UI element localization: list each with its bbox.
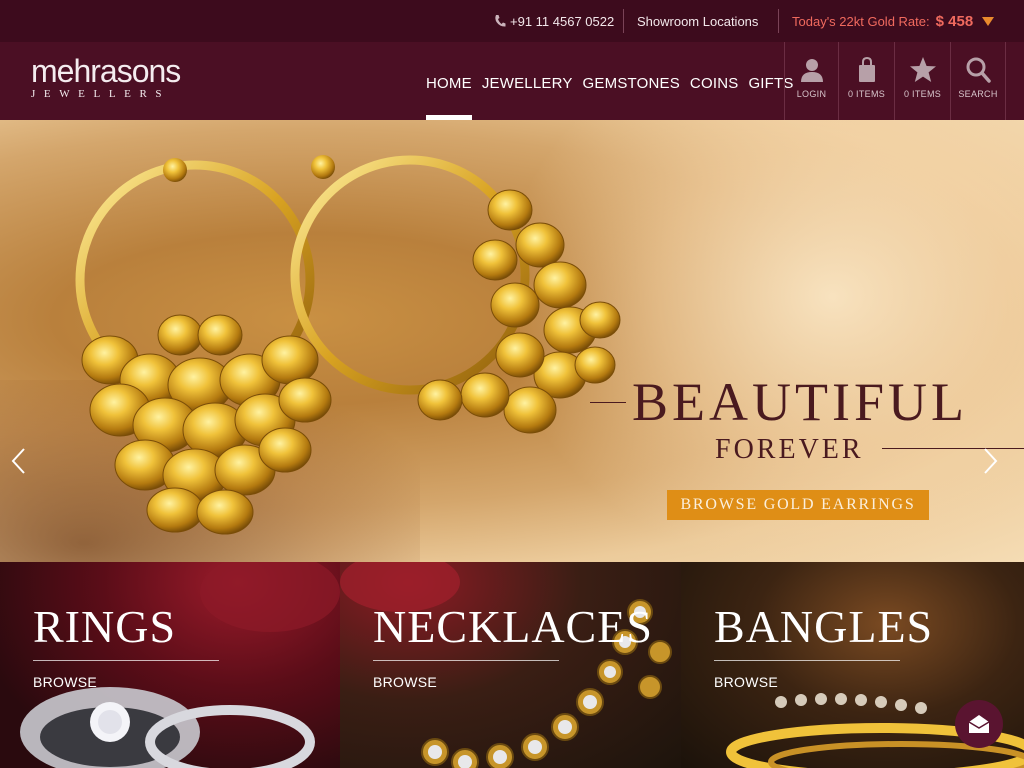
wishlist-count: 0 ITEMS xyxy=(903,89,942,99)
gold-rate-label: Today's 22kt Gold Rate: xyxy=(792,13,930,29)
main-nav: HOME JEWELLERY GEMSTONES COINS GIFTS xyxy=(426,42,804,120)
search-label: SEARCH xyxy=(958,89,998,99)
chat-button[interactable] xyxy=(955,700,1003,748)
decorative-line xyxy=(882,448,1024,449)
chevron-right-icon[interactable] xyxy=(980,446,1000,476)
star-icon xyxy=(909,57,936,82)
hero-headline: BEAUTIFUL xyxy=(632,372,968,432)
main-header: mehrasons JEWELLERS HOME JEWELLERY GEMST… xyxy=(0,42,1024,120)
gold-rate-dropdown[interactable]: Today's 22kt Gold Rate: $ 458 xyxy=(792,0,995,42)
browse-link[interactable]: BROWSE xyxy=(33,674,97,690)
top-utility-bar: +91 11 4567 0522 Showroom Locations Toda… xyxy=(0,0,1024,42)
decorative-line xyxy=(590,402,626,403)
hero-slider: BEAUTIFUL FOREVER BROWSE GOLD EARRINGS xyxy=(0,120,1024,562)
nav-home[interactable]: HOME xyxy=(426,42,472,120)
gold-earrings-image xyxy=(75,155,621,535)
cart-button[interactable]: 0 ITEMS xyxy=(838,42,894,120)
nav-jewellery[interactable]: JEWELLERY xyxy=(482,42,573,120)
chat-icon xyxy=(968,715,990,733)
brand-logo[interactable]: mehrasons JEWELLERS xyxy=(31,53,221,108)
shopping-bag-icon xyxy=(858,56,875,82)
cart-count: 0 ITEMS xyxy=(847,89,886,99)
search-button[interactable]: SEARCH xyxy=(950,42,1006,120)
divider xyxy=(778,9,779,33)
gold-rate-value: $ 458 xyxy=(935,12,974,30)
login-label: LOGIN xyxy=(796,89,827,99)
phone-contact[interactable]: +91 11 4567 0522 xyxy=(494,0,614,42)
category-tiles: RINGS BROWSE NECKLACES BROWSE BANGLES BR… xyxy=(0,562,1024,768)
hero-subline: FOREVER xyxy=(715,434,864,465)
divider xyxy=(714,660,900,661)
nav-gemstones[interactable]: GEMSTONES xyxy=(583,42,680,120)
header-icon-group: LOGIN 0 ITEMS 0 ITEMS SEARCH xyxy=(784,42,1006,120)
nav-coins[interactable]: COINS xyxy=(690,42,739,120)
necklaces-image xyxy=(340,562,672,768)
logo-subtitle: JEWELLERS xyxy=(31,88,171,100)
user-icon xyxy=(800,59,823,82)
category-necklaces[interactable]: NECKLACES BROWSE xyxy=(340,562,681,768)
category-rings[interactable]: RINGS BROWSE xyxy=(0,562,340,768)
category-title: BANGLES xyxy=(714,601,934,652)
browse-link[interactable]: BROWSE xyxy=(373,674,437,690)
wishlist-button[interactable]: 0 ITEMS xyxy=(894,42,950,120)
browse-gold-earrings-button[interactable]: BROWSE GOLD EARRINGS xyxy=(667,490,929,520)
category-title: RINGS xyxy=(33,601,177,652)
chevron-left-icon[interactable] xyxy=(9,446,29,476)
chevron-down-icon xyxy=(982,16,995,26)
category-title: NECKLACES xyxy=(373,601,653,652)
search-icon xyxy=(966,57,991,83)
phone-icon xyxy=(495,15,506,27)
logo-wordmark: mehrasons xyxy=(31,53,181,89)
login-button[interactable]: LOGIN xyxy=(784,42,838,120)
browse-link[interactable]: BROWSE xyxy=(714,674,778,690)
divider xyxy=(623,9,624,33)
showroom-locations-link[interactable]: Showroom Locations xyxy=(637,0,758,42)
phone-number: +91 11 4567 0522 xyxy=(510,13,615,29)
rings-image xyxy=(20,562,340,768)
divider xyxy=(373,660,559,661)
divider xyxy=(33,660,219,661)
